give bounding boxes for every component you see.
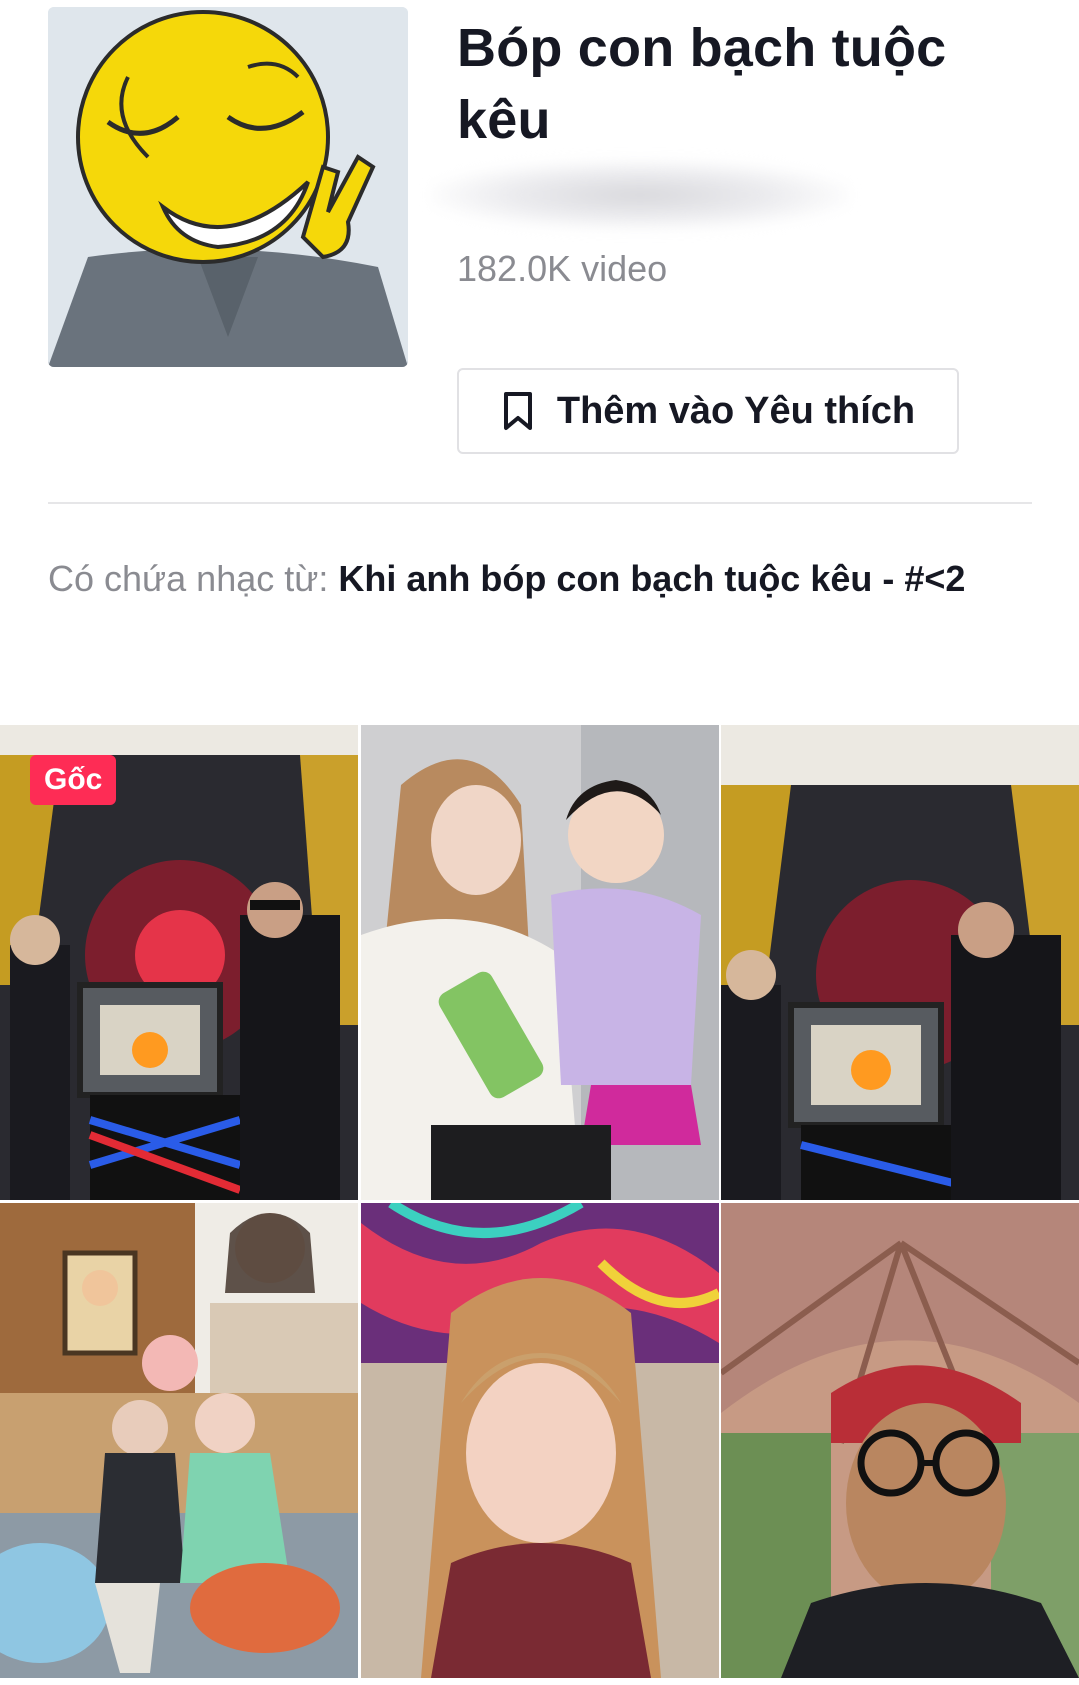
original-badge: Gốc [30,755,117,805]
music-prefix-label: Có chứa nhạc từ: [48,558,339,599]
contains-music-from: Có chứa nhạc từ: Khi anh bóp con bạch tu… [48,552,988,606]
blurred-author-name [430,160,850,230]
man-with-glasses-thumbnail [721,1203,1079,1678]
divider [48,502,1032,504]
video-grid: Gốc [0,725,1079,1685]
video-count: 182.0K video [457,248,668,289]
video-thumbnail[interactable] [721,1203,1079,1678]
mother-and-child-thumbnail [360,725,719,1200]
couple-collage-thumbnail [0,1203,358,1678]
stage-performance-thumbnail [721,725,1079,1200]
sound-cover-image [48,7,408,367]
video-thumbnail[interactable] [360,725,719,1200]
video-thumbnail[interactable]: Gốc [0,725,358,1200]
video-thumbnail[interactable] [721,725,1079,1200]
sound-title: Bóp con bạch tuộc kêu [457,18,947,150]
video-thumbnail[interactable] [360,1203,719,1678]
bookmark-icon [501,391,535,431]
music-name-link[interactable]: Khi anh bóp con bạch tuộc kêu - #<2 [338,558,965,599]
cover-thumbnail-graphic [48,7,408,367]
add-to-favorites-button[interactable]: Thêm vào Yêu thích [457,368,959,454]
girl-portrait-thumbnail [360,1203,719,1678]
add-to-favorites-label: Thêm vào Yêu thích [556,389,916,432]
video-thumbnail[interactable] [0,1203,358,1678]
